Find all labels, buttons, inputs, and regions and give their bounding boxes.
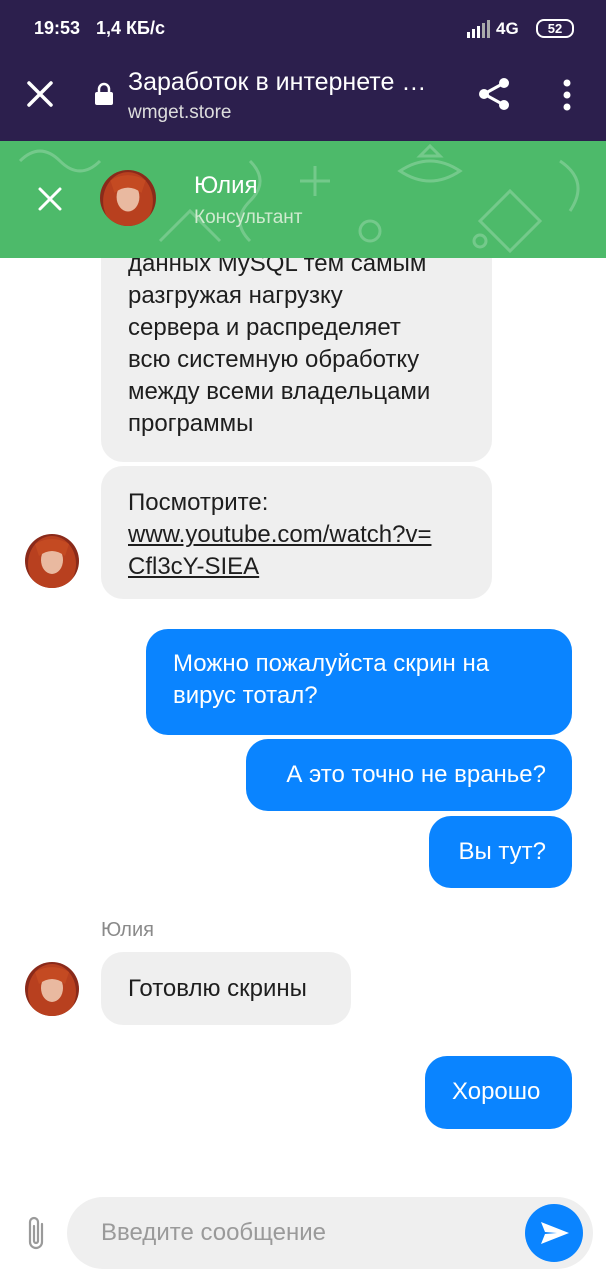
send-icon: [541, 1222, 569, 1244]
message-line: между всеми владельцами: [128, 378, 431, 405]
message-text: Хорошо: [452, 1078, 541, 1105]
avatar: [25, 534, 79, 588]
consultant-role: Консультант: [194, 207, 303, 228]
close-icon[interactable]: [24, 78, 56, 110]
message-input[interactable]: [101, 1213, 521, 1253]
message-outgoing-2: А это точно не вранье?: [246, 739, 572, 811]
message-outgoing-3: Вы тут?: [429, 816, 572, 888]
chat-header: Юлия Консультант: [0, 141, 606, 258]
header-pattern: [18, 143, 580, 254]
signal-icon: [467, 20, 490, 38]
message-text: Готовлю скрины: [128, 975, 307, 1002]
consultant-name: Юлия: [194, 172, 258, 199]
close-chat-icon[interactable]: [36, 185, 64, 213]
message-input-container: [67, 1197, 593, 1269]
send-button[interactable]: [525, 1204, 583, 1262]
network-type: 4G: [496, 19, 519, 38]
message-incoming-2: Посмотрите: www.youtube.com/watch?v= Cfl…: [101, 466, 492, 599]
message-outgoing-4: Хорошо: [425, 1056, 572, 1129]
lock-icon: [95, 82, 113, 105]
message-line: разгружая нагрузку: [128, 282, 343, 309]
more-vert-icon[interactable]: [556, 78, 578, 112]
consultant-avatar: [100, 170, 156, 226]
message-text: Вы тут?: [458, 838, 546, 865]
message-line: вирус тотал?: [173, 682, 318, 709]
message-incoming-3: Готовлю скрины: [101, 952, 351, 1025]
message-text: Посмотрите:: [128, 489, 269, 516]
message-line: всю системную обработку: [128, 346, 420, 373]
message-line: Можно пожалуйста скрин на: [173, 650, 490, 677]
avatar-image: [25, 962, 79, 1016]
avatar-image: [100, 170, 156, 226]
status-bar: 19:53 1,4 КБ/с 4G 52: [0, 0, 606, 58]
youtube-link-line-1[interactable]: www.youtube.com/watch?v=: [128, 519, 464, 551]
page-url: wmget.store: [128, 102, 232, 123]
browser-toolbar: Заработок в интернете … wmget.store: [0, 58, 606, 141]
message-outgoing-1: Можно пожалуйста скрин на вирус тотал?: [146, 629, 572, 735]
attach-icon[interactable]: [22, 1214, 50, 1254]
status-time: 19:53: [34, 18, 81, 38]
avatar-image: [25, 534, 79, 588]
status-speed: 1,4 КБ/с: [96, 18, 165, 38]
message-incoming-1: данных MySQL тем самым разгружая нагрузк…: [101, 234, 492, 462]
share-icon[interactable]: [476, 76, 512, 112]
page-title: Заработок в интернете …: [128, 68, 427, 96]
message-line: сервера и распределяет: [128, 314, 401, 341]
youtube-link-line-2[interactable]: Cfl3cY-SIEA: [128, 551, 464, 583]
message-line: программы: [128, 410, 254, 437]
sender-name: Юлия: [101, 919, 154, 941]
avatar: [25, 962, 79, 1016]
message-text: А это точно не вранье?: [286, 761, 546, 788]
battery-icon: 52: [536, 19, 574, 38]
